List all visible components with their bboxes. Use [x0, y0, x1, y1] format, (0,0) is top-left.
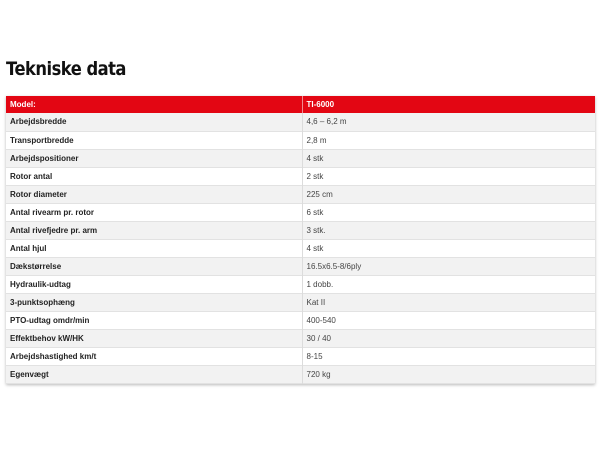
- row-value: 8-15: [301, 347, 595, 365]
- table-row: 3-punktsophæng Kat II: [6, 293, 595, 311]
- table-row: Rotor antal 2 stk: [6, 167, 595, 185]
- row-label: Egenvægt: [10, 369, 49, 379]
- table-row: Arbejdshastighed km/t 8-15: [6, 347, 595, 365]
- table-row: Dækstørrelse 16.5x6.5-8/6ply: [6, 257, 595, 275]
- row-label: Arbejdshastighed km/t: [10, 351, 97, 361]
- row-value: 2,8 m: [301, 131, 595, 149]
- table-row: Rotor diameter 225 cm: [6, 185, 595, 203]
- table-row: Hydraulik-udtag 1 dobb.: [6, 275, 595, 293]
- row-label: Arbejdsbredde: [10, 117, 67, 127]
- row-value: 4 stk: [301, 149, 595, 167]
- row-value: 3 stk.: [301, 221, 595, 239]
- row-value: 30 / 40: [301, 329, 595, 347]
- table-row: Effektbehov kW/HK 30 / 40: [6, 329, 595, 347]
- page-title: Tekniske data: [6, 58, 126, 80]
- row-label: 3-punktsophæng: [10, 297, 75, 307]
- table-row: Arbejdsbredde 4,6 – 6,2 m: [6, 113, 595, 131]
- row-value: 1 dobb.: [301, 275, 595, 293]
- row-label: Dækstørrelse: [10, 261, 62, 271]
- row-value: 4 stk: [301, 239, 595, 257]
- row-value: Kat II: [301, 293, 595, 311]
- row-label: Transportbredde: [10, 135, 74, 145]
- header-label: Model:: [6, 96, 302, 113]
- row-label: Effektbehov kW/HK: [10, 333, 84, 343]
- table-row: Arbejdspositioner 4 stk: [6, 149, 595, 167]
- row-label: Antal hjul: [10, 243, 47, 253]
- row-label: Antal rivefjedre pr. arm: [10, 225, 98, 235]
- row-value: 400-540: [301, 311, 595, 329]
- spec-table: Model: TI-6000 Arbejdsbredde 4,6 – 6,2 m…: [6, 96, 595, 384]
- row-label: Rotor diameter: [10, 189, 67, 199]
- row-value: 2 stk: [301, 167, 595, 185]
- row-value: 225 cm: [301, 185, 595, 203]
- table-row: Transportbredde 2,8 m: [6, 131, 595, 149]
- table-row: PTO-udtag omdr/min 400-540: [6, 311, 595, 329]
- table-row: Egenvægt 720 kg: [6, 365, 595, 383]
- table-row: Antal rivearm pr. rotor 6 stk: [6, 203, 595, 221]
- row-value: 4,6 – 6,2 m: [301, 113, 595, 131]
- table-row: Antal rivefjedre pr. arm 3 stk.: [6, 221, 595, 239]
- row-label: Antal rivearm pr. rotor: [10, 207, 95, 217]
- row-label: Hydraulik-udtag: [10, 279, 71, 289]
- table-header-row: Model: TI-6000: [6, 96, 595, 113]
- row-value: 720 kg: [301, 365, 595, 383]
- table-row: Antal hjul 4 stk: [6, 239, 595, 257]
- row-value: 6 stk: [301, 203, 595, 221]
- row-label: PTO-udtag omdr/min: [10, 315, 90, 325]
- row-value: 16.5x6.5-8/6ply: [301, 257, 595, 275]
- row-label: Arbejdspositioner: [10, 153, 79, 163]
- row-label: Rotor antal: [10, 171, 53, 181]
- header-model-value: TI-6000: [301, 96, 595, 113]
